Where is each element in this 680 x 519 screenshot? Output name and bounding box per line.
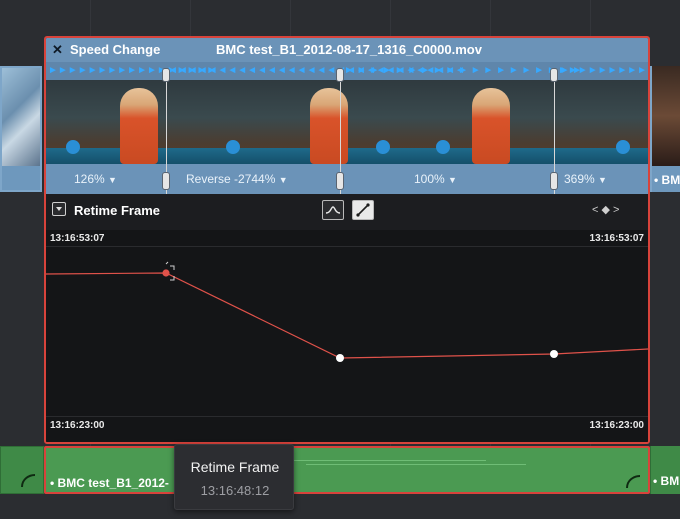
retime-tooltip: Retime Frame 13:16:48:12: [174, 444, 294, 510]
clip-thumbnail: [2, 68, 40, 168]
keyframe-point: [550, 350, 558, 358]
audio-clip-name: • BM: [653, 474, 680, 488]
video-frame: [166, 80, 266, 164]
speed-point-handle-bottom[interactable]: [550, 172, 558, 190]
audio-clip-right[interactable]: • BM: [650, 446, 680, 494]
audio-waveform: [306, 464, 526, 465]
speed-segment-2[interactable]: Reverse -2744% ▼: [186, 172, 288, 186]
video-clip-left[interactable]: [0, 66, 42, 192]
tooltip-timecode: 13:16:48:12: [200, 483, 270, 498]
clip-label-bar: [2, 166, 40, 190]
retime-header: Retime Frame < ◆ >: [46, 194, 648, 230]
chevron-down-icon: ▼: [278, 175, 288, 185]
forward-arrows: ► ► ► ► ► ► ► ► ► ► ► ► ► ► ► ► ► ► ►: [344, 65, 583, 76]
speed-segment-3[interactable]: 100% ▼: [414, 172, 457, 186]
speed-change-title: Speed Change: [70, 42, 161, 57]
video-frame: [416, 80, 546, 164]
audio-clip-name: • BMC test_B1_2012-: [50, 476, 169, 490]
retime-curve-label: Retime Frame: [74, 203, 160, 218]
clip-file-name: BMC test_B1_2012-08-17_1316_C0000.mov: [216, 42, 482, 57]
clip-thumbnail: [652, 66, 680, 166]
timecode-bottom-right: 13:16:23:00: [589, 420, 644, 431]
ease-curve-icon[interactable]: [322, 200, 344, 220]
keyframe-nav-arrows[interactable]: < ◆ >: [592, 203, 619, 216]
video-frame: [46, 80, 166, 164]
clip-thumbnail-strip: [46, 80, 648, 164]
speed-change-title-bar: ✕ Speed Change BMC test_B1_2012-08-17_13…: [46, 38, 648, 62]
chevron-down-icon: ▼: [448, 175, 457, 185]
keyframe-point-selected: [162, 269, 170, 277]
close-icon[interactable]: ✕: [52, 42, 63, 58]
speed-point-handle-top[interactable]: [336, 68, 344, 82]
dropdown-icon[interactable]: [52, 202, 66, 216]
timeline-empty-track: [0, 494, 680, 519]
tooltip-title: Retime Frame: [190, 459, 280, 475]
speed-point-handle-top[interactable]: [162, 68, 170, 82]
clip-name: • BMC: [654, 173, 680, 187]
timecode-bottom-left: 13:16:23:00: [50, 420, 105, 431]
speed-point-handle-bottom[interactable]: [336, 172, 344, 190]
speed-change-panel[interactable]: ✕ Speed Change BMC test_B1_2012-08-17_13…: [44, 36, 650, 444]
keyframe-point: [336, 354, 344, 362]
chevron-down-icon: ▼: [108, 175, 117, 185]
video-clip-right[interactable]: • BMC: [650, 66, 680, 192]
linear-curve-icon[interactable]: [352, 200, 374, 220]
retime-curve-graph[interactable]: 13:16:53:07 13:16:53:07 13:16:23:00 13:1…: [46, 230, 648, 442]
video-frame: [266, 80, 416, 164]
audio-link-icon: [21, 474, 36, 488]
speed-point-handle-bottom[interactable]: [162, 172, 170, 190]
audio-clip-main[interactable]: • BMC test_B1_2012-: [44, 446, 650, 494]
forward-arrows: ►►►►►►►►►►►: [558, 65, 648, 76]
retime-curve: [46, 261, 648, 362]
audio-link-icon: [626, 475, 641, 489]
chevron-down-icon: ▼: [598, 175, 607, 185]
speed-point-handle-top[interactable]: [550, 68, 558, 82]
speed-segment-1[interactable]: 126% ▼: [74, 172, 117, 186]
video-frame: [546, 80, 648, 164]
speed-segment-4[interactable]: 369% ▼: [564, 172, 607, 186]
audio-clip-left[interactable]: [0, 446, 44, 494]
